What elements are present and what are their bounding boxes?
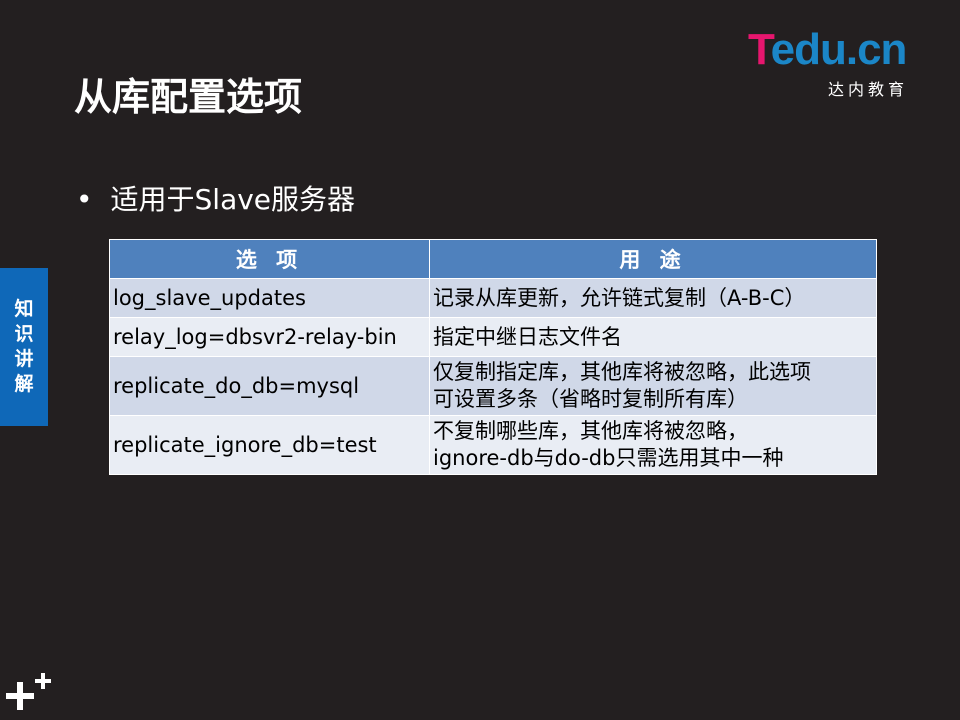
plus-cluster-icon [6, 673, 51, 710]
option-cell: relay_log=dbsvr2-relay-bin [109, 317, 430, 357]
side-tab-knowledge: 知识讲解 [0, 268, 48, 426]
table-row: log_slave_updates 记录从库更新，允许链式复制（A-B-C） [109, 278, 877, 318]
purpose-cell: 仅复制指定库，其他库将被忽略，此选项 可设置多条（省略时复制所有库） [429, 356, 877, 416]
options-table: 选 项 用 途 log_slave_updates 记录从库更新，允许链式复制（… [109, 239, 877, 475]
bullet-item: • 适用于Slave服务器 [76, 180, 355, 220]
logo-wordmark: Tedu.cn [748, 25, 907, 74]
option-cell: log_slave_updates [109, 278, 430, 318]
purpose-line: ignore-db与do-db只需选用其中一种 [433, 446, 784, 470]
bullet-text: 适用于Slave服务器 [110, 183, 356, 216]
purpose-line: 不复制哪些库，其他库将被忽略， [433, 419, 748, 443]
logo-subtitle: 达内教育 [828, 80, 909, 99]
header-purpose: 用 途 [429, 239, 877, 279]
purpose-line: 可设置多条（省略时复制所有库） [433, 387, 748, 411]
purpose-line: 指定中继日志文件名 [433, 324, 622, 349]
header-option: 选 项 [109, 239, 430, 279]
table-row: replicate_ignore_db=test 不复制哪些库，其他库将被忽略，… [109, 415, 877, 475]
table-header-row: 选 项 用 途 [109, 239, 877, 279]
side-tab-label: 知识讲解 [14, 298, 34, 395]
bullet-dot-icon: • [76, 183, 93, 216]
tedu-logo: Tedu.cn 达内教育 [748, 25, 938, 100]
purpose-line: 仅复制指定库，其他库将被忽略，此选项 [433, 360, 811, 384]
table-row: replicate_do_db=mysql 仅复制指定库，其他库将被忽略，此选项… [109, 356, 877, 416]
purpose-line: 记录从库更新，允许链式复制（A-B-C） [433, 285, 806, 310]
purpose-cell: 记录从库更新，允许链式复制（A-B-C） [429, 278, 877, 318]
table-row: relay_log=dbsvr2-relay-bin 指定中继日志文件名 [109, 317, 877, 357]
option-cell: replicate_ignore_db=test [109, 415, 430, 475]
slide-title: 从库配置选项 [74, 75, 303, 119]
option-cell: replicate_do_db=mysql [109, 356, 430, 416]
purpose-cell: 指定中继日志文件名 [429, 317, 877, 357]
purpose-cell: 不复制哪些库，其他库将被忽略， ignore-db与do-db只需选用其中一种 [429, 415, 877, 475]
